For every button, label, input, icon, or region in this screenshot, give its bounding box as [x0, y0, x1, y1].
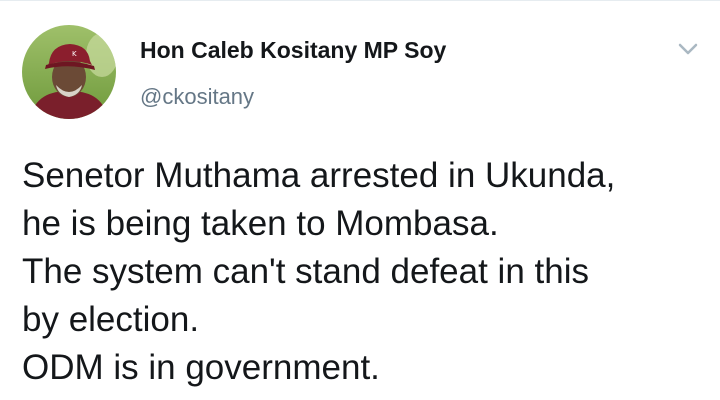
svg-text:K: K	[72, 50, 77, 58]
author-avatar[interactable]: K	[22, 25, 116, 119]
tweet-card: K Hon Caleb Kositany MP Soy @ckositany S…	[0, 0, 720, 400]
tweet-text: Senetor Muthama arrested in Ukunda, he i…	[22, 152, 712, 392]
tweet-text-line: Senetor Muthama arrested in Ukunda,	[22, 156, 616, 195]
tweet-text-line: The system can't stand defeat in this	[22, 252, 589, 291]
chevron-down-icon[interactable]	[676, 40, 700, 58]
author-name[interactable]: Hon Caleb Kositany MP Soy	[140, 37, 446, 64]
avatar-photo-icon: K	[22, 25, 116, 119]
tweet-text-line: he is being taken to Mombasa.	[22, 204, 499, 243]
author-handle[interactable]: @ckositany	[140, 84, 254, 110]
tweet-text-line: ODM is in government.	[22, 348, 380, 387]
tweet-text-line: by election.	[22, 300, 200, 339]
top-divider	[0, 0, 720, 1]
